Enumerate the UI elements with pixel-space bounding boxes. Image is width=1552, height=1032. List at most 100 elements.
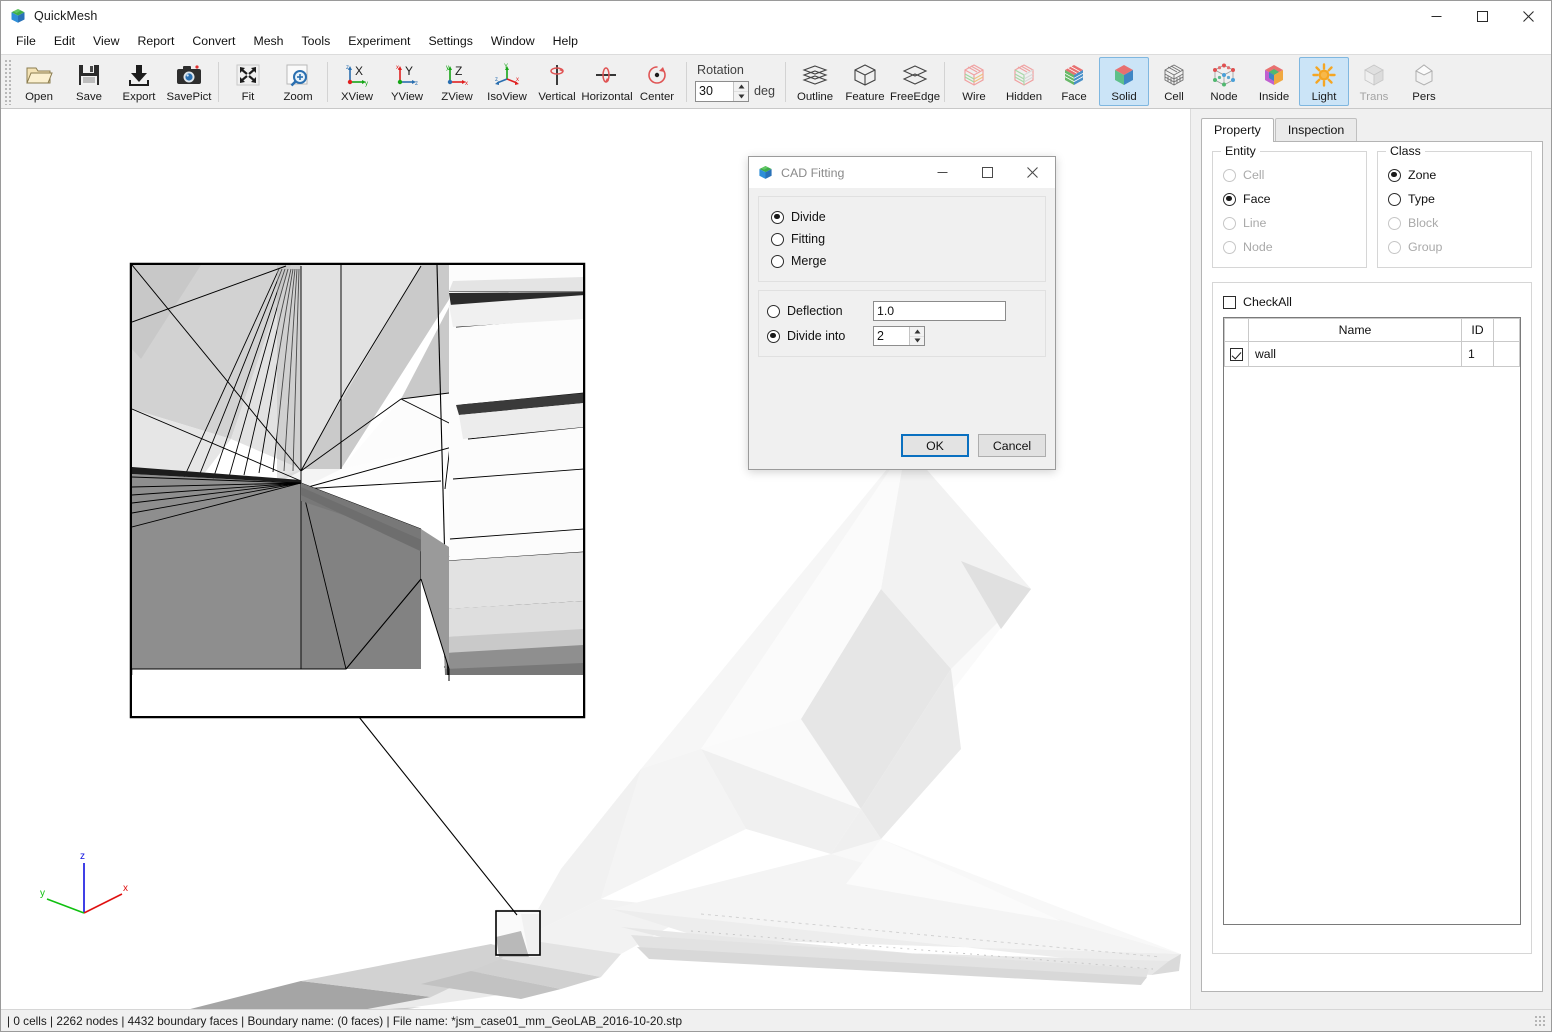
- dialog-radio-fitting[interactable]: Fitting: [771, 228, 1033, 250]
- tab-property[interactable]: Property: [1201, 118, 1274, 142]
- xview-button[interactable]: z y X XView: [332, 57, 382, 106]
- solid-label: Solid: [1111, 91, 1137, 103]
- menu-view[interactable]: View: [84, 32, 128, 51]
- outline-button[interactable]: Outline: [790, 57, 840, 106]
- spin-down-icon[interactable]: [734, 92, 748, 101]
- divide-into-input[interactable]: [874, 327, 909, 345]
- open-button[interactable]: Open: [14, 57, 64, 106]
- export-button[interactable]: Export: [114, 57, 164, 106]
- minimize-icon[interactable]: [1413, 1, 1459, 31]
- close-icon[interactable]: [1505, 1, 1551, 31]
- wire-button[interactable]: Wire: [949, 57, 999, 106]
- face-button[interactable]: Face: [1049, 57, 1099, 106]
- freeedge-button[interactable]: FreeEdge: [890, 57, 940, 106]
- isoview-button[interactable]: Y z x IsoView: [482, 57, 532, 106]
- deflection-input[interactable]: [873, 301, 1006, 321]
- radio-icon: [767, 304, 780, 318]
- class-radio-group[interactable]: Group: [1388, 235, 1521, 259]
- dialog-close-icon[interactable]: [1010, 157, 1055, 188]
- menu-window[interactable]: Window: [482, 32, 544, 51]
- entity-radio-face[interactable]: Face: [1223, 187, 1356, 211]
- zone-table: Name ID wall 1: [1224, 318, 1520, 367]
- yview-button[interactable]: x z Y YView: [382, 57, 432, 106]
- center-button[interactable]: Center: [632, 57, 682, 106]
- cell-button[interactable]: Cell: [1149, 57, 1199, 106]
- class-radio-type[interactable]: Type: [1388, 187, 1521, 211]
- menu-help[interactable]: Help: [544, 32, 587, 51]
- menu-file[interactable]: File: [7, 32, 45, 51]
- divide-into-spin-buttons[interactable]: [909, 327, 924, 345]
- spin-up-icon[interactable]: [734, 82, 748, 92]
- main-toolbar: Open Save Export SavePict Fit Zoom z y X…: [1, 54, 1551, 109]
- zoom-button[interactable]: Zoom: [273, 57, 323, 106]
- node-dots-icon: [1209, 61, 1239, 89]
- face-cube-icon: [1059, 61, 1089, 89]
- hidden-button[interactable]: Hidden: [999, 57, 1049, 106]
- row-checkbox-cell[interactable]: [1224, 341, 1249, 367]
- inside-label: Inside: [1258, 91, 1290, 103]
- zone-table-container[interactable]: Name ID wall 1: [1223, 317, 1521, 925]
- save-button[interactable]: Save: [64, 57, 114, 106]
- feature-button[interactable]: Feature: [840, 57, 890, 106]
- entity-face-label: Face: [1243, 192, 1271, 206]
- menu-tools[interactable]: Tools: [293, 32, 340, 51]
- vertical-button[interactable]: Vertical: [532, 57, 582, 106]
- window-title: QuickMesh: [34, 9, 98, 23]
- spin-down-icon[interactable]: [910, 337, 924, 346]
- savepict-button[interactable]: SavePict: [164, 57, 214, 106]
- zoom-label: Zoom: [283, 91, 313, 103]
- window-controls: [1413, 1, 1551, 31]
- table-row[interactable]: wall 1: [1224, 341, 1520, 367]
- entity-radio-node[interactable]: Node: [1223, 235, 1356, 259]
- axis-y-label: y: [40, 888, 45, 899]
- pers-button[interactable]: Pers: [1399, 57, 1449, 106]
- axis-x-view-icon: z y X: [342, 61, 372, 89]
- menu-experiment[interactable]: Experiment: [339, 32, 419, 51]
- menu-mesh[interactable]: Mesh: [244, 32, 292, 51]
- dialog-minimize-icon[interactable]: [920, 157, 965, 188]
- light-button[interactable]: Light: [1299, 57, 1350, 106]
- ok-button[interactable]: OK: [901, 434, 969, 457]
- menu-report[interactable]: Report: [128, 32, 183, 51]
- rotation-spinner[interactable]: [695, 80, 749, 102]
- node-button[interactable]: Node: [1199, 57, 1249, 106]
- menu-convert[interactable]: Convert: [183, 32, 244, 51]
- toolbar-drag-grip[interactable]: [3, 58, 11, 105]
- dialog-radio-divide-into[interactable]: Divide into: [767, 325, 1033, 347]
- feature-cube-icon: [850, 61, 880, 89]
- zview-button[interactable]: y x Z ZView: [432, 57, 482, 106]
- menu-settings[interactable]: Settings: [419, 32, 481, 51]
- dialog-radio-deflection[interactable]: Deflection: [767, 300, 1033, 322]
- class-radio-block[interactable]: Block: [1388, 211, 1521, 235]
- class-radio-zone[interactable]: Zone: [1388, 163, 1521, 187]
- maximize-icon[interactable]: [1459, 1, 1505, 31]
- dialog-maximize-icon[interactable]: [965, 157, 1010, 188]
- trans-button[interactable]: Trans: [1349, 57, 1399, 106]
- entity-radio-line[interactable]: Line: [1223, 211, 1356, 235]
- rotation-spin-buttons[interactable]: [733, 81, 748, 101]
- row-grip-cell[interactable]: [1493, 341, 1520, 367]
- check-all-row[interactable]: CheckAll: [1223, 295, 1521, 309]
- fit-button[interactable]: Fit: [223, 57, 273, 106]
- table-header-row: Name ID: [1224, 318, 1520, 342]
- entity-radio-cell[interactable]: Cell: [1223, 163, 1356, 187]
- rotation-input[interactable]: [696, 81, 733, 101]
- menu-edit[interactable]: Edit: [45, 32, 84, 51]
- resize-grip[interactable]: [1534, 1015, 1547, 1028]
- cancel-button[interactable]: Cancel: [978, 434, 1046, 457]
- dialog-radio-divide[interactable]: Divide: [771, 206, 1033, 228]
- spin-up-icon[interactable]: [910, 327, 924, 337]
- xview-label: XView: [340, 91, 374, 103]
- entity-class-row: Entity Cell Face Line Node Class Zone Ty…: [1212, 144, 1532, 268]
- svg-text:x: x: [516, 77, 519, 83]
- radio-icon: [1223, 240, 1236, 254]
- horizontal-button[interactable]: Horizontal: [581, 57, 633, 106]
- radio-icon: [771, 232, 784, 246]
- inside-button[interactable]: Inside: [1249, 57, 1299, 106]
- node-label: Node: [1210, 91, 1238, 103]
- divide-into-spinner[interactable]: [873, 326, 925, 346]
- tab-inspection[interactable]: Inspection: [1274, 118, 1358, 141]
- solid-button[interactable]: Solid: [1099, 57, 1150, 106]
- dialog-radio-merge[interactable]: Merge: [771, 250, 1033, 272]
- row-id-cell: 1: [1461, 341, 1494, 367]
